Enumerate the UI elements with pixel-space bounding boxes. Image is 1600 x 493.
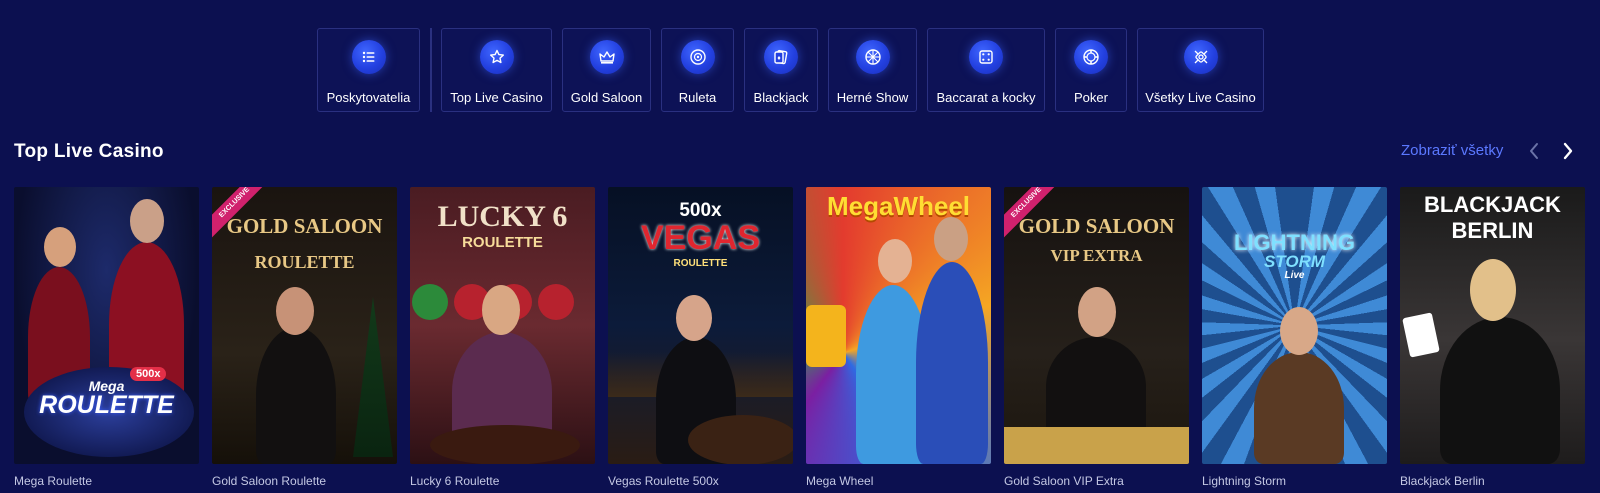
dealer-head bbox=[130, 199, 164, 243]
dealer-figure bbox=[1254, 352, 1344, 464]
playing-card-image bbox=[1402, 312, 1440, 358]
crown-icon bbox=[589, 40, 624, 74]
game-thumbnail[interactable]: EXCLUSIVE GOLD SALOON VIP EXTRA bbox=[1004, 187, 1189, 464]
game-logo-line: 500x bbox=[679, 200, 722, 221]
dealer-head bbox=[482, 285, 520, 335]
game-thumbnail[interactable]: 500x VEGAS ROULETTE bbox=[608, 187, 793, 464]
game-logo-line: ROULETTE bbox=[462, 234, 543, 251]
game-title: Mega Roulette bbox=[14, 474, 93, 488]
games-carousel: 500x Mega ROULETTE Mega Roulette EXCLUSI… bbox=[14, 187, 1598, 488]
category-blackjack[interactable]: Blackjack bbox=[744, 28, 818, 112]
dealer-figure bbox=[916, 262, 988, 464]
dealer-head bbox=[1078, 287, 1116, 337]
game-logo-line: BLACKJACK bbox=[1424, 192, 1561, 217]
dealer-head bbox=[934, 217, 968, 261]
category-providers[interactable]: Poskytovatelia bbox=[317, 28, 420, 112]
game-logo-line: GOLD SALOON bbox=[1018, 214, 1175, 238]
game-logo-line: GOLD SALOON bbox=[226, 214, 383, 238]
chip-icon bbox=[1074, 40, 1108, 74]
game-thumbnail[interactable]: LUCKY 6 ROULETTE bbox=[410, 187, 595, 464]
dealer-figure bbox=[1440, 317, 1560, 464]
category-label: Poskytovatelia bbox=[326, 90, 411, 105]
dealer-head bbox=[44, 227, 76, 267]
dealer-figure bbox=[256, 327, 336, 464]
game-logo-line: LUCKY 6 bbox=[437, 200, 568, 233]
game-card-mega-wheel[interactable]: MegaWheel Mega Wheel bbox=[806, 187, 991, 488]
game-title: Blackjack Berlin bbox=[1400, 474, 1485, 488]
dealer-head bbox=[1470, 259, 1516, 321]
list-icon bbox=[351, 40, 386, 74]
dealer-head bbox=[1280, 307, 1318, 355]
game-title: Mega Wheel bbox=[806, 474, 874, 488]
dealer-head bbox=[878, 239, 912, 283]
roulette-wheel-image bbox=[430, 425, 580, 464]
game-logo-line: Live bbox=[1284, 270, 1305, 281]
game-logo-line: BERLIN bbox=[1451, 218, 1534, 243]
dealer-figure bbox=[1046, 337, 1146, 437]
dealer-head bbox=[276, 287, 314, 335]
view-all-link[interactable]: Zobraziť všetky bbox=[1401, 142, 1503, 159]
cards-icon bbox=[764, 40, 798, 74]
game-logo-line: MegaWheel bbox=[826, 191, 971, 221]
section-title: Top Live Casino bbox=[14, 141, 164, 162]
game-thumbnail[interactable]: MegaWheel bbox=[806, 187, 991, 464]
category-game-show[interactable]: Herné Show bbox=[828, 28, 917, 112]
game-title: Lucky 6 Roulette bbox=[410, 474, 500, 488]
game-card-vegas-roulette-500x[interactable]: 500x VEGAS ROULETTE Vegas Roulette 500x bbox=[608, 187, 793, 488]
category-label: Poker bbox=[1074, 90, 1108, 105]
category-roulette[interactable]: Ruleta bbox=[661, 28, 734, 112]
prev-arrow-button[interactable] bbox=[1523, 139, 1545, 163]
christmas-tree-image bbox=[353, 297, 393, 457]
category-label: Herné Show bbox=[836, 90, 909, 105]
nav-divider bbox=[430, 28, 432, 112]
category-label: Ruleta bbox=[678, 90, 717, 105]
game-thumbnail[interactable]: BLACKJACK BERLIN bbox=[1400, 187, 1585, 464]
game-logo-line: LIGHTNING bbox=[1234, 230, 1355, 255]
game-logo-line: VIP EXTRA bbox=[1050, 246, 1143, 265]
dealer-head bbox=[676, 295, 712, 341]
game-card-lightning-storm[interactable]: LIGHTNING STORM Live Lightning Storm bbox=[1202, 187, 1387, 488]
game-thumbnail[interactable]: 500x Mega ROULETTE bbox=[14, 187, 199, 464]
wheel-icon bbox=[855, 40, 890, 74]
category-all-live-casino[interactable]: Všetky Live Casino bbox=[1137, 28, 1264, 112]
chevron-right-icon bbox=[1563, 142, 1573, 160]
game-logo-line: ROULETTE bbox=[254, 252, 355, 272]
game-title: Gold Saloon VIP Extra bbox=[1004, 474, 1124, 488]
game-title: Lightning Storm bbox=[1202, 474, 1287, 488]
game-title: Gold Saloon Roulette bbox=[212, 474, 327, 488]
game-logo-line: ROULETTE bbox=[673, 258, 728, 269]
game-card-lucky-6-roulette[interactable]: LUCKY 6 ROULETTE Lucky 6 Roulette bbox=[410, 187, 595, 488]
all-games-icon bbox=[1183, 40, 1218, 74]
game-card-blackjack-berlin[interactable]: BLACKJACK BERLIN Blackjack Berlin bbox=[1400, 187, 1585, 488]
next-arrow-button[interactable] bbox=[1557, 139, 1579, 163]
category-baccarat-dice[interactable]: Baccarat a kocky bbox=[927, 28, 1045, 112]
game-card-gold-saloon-vip-extra[interactable]: EXCLUSIVE GOLD SALOON VIP EXTRA Gold Sal… bbox=[1004, 187, 1189, 488]
blackjack-table-image bbox=[1004, 427, 1189, 464]
chevron-left-icon bbox=[1530, 143, 1538, 159]
game-logo-line: VEGAS bbox=[640, 219, 761, 257]
category-gold-saloon[interactable]: Gold Saloon bbox=[562, 28, 651, 112]
category-nav: Poskytovatelia Top Live Casino Gold Salo… bbox=[317, 28, 1264, 113]
category-label: Baccarat a kocky bbox=[936, 90, 1036, 105]
wheel-logo-image bbox=[806, 305, 846, 367]
category-label: Všetky Live Casino bbox=[1145, 90, 1256, 105]
dice-icon bbox=[969, 40, 1003, 74]
category-label: Gold Saloon bbox=[570, 90, 643, 105]
game-card-mega-roulette[interactable]: 500x Mega ROULETTE Mega Roulette bbox=[14, 187, 199, 488]
category-poker[interactable]: Poker bbox=[1055, 28, 1127, 112]
game-logo-line: STORM bbox=[1263, 252, 1326, 271]
game-thumbnail[interactable]: LIGHTNING STORM Live bbox=[1202, 187, 1387, 464]
category-label: Blackjack bbox=[753, 90, 809, 105]
game-card-gold-saloon-roulette[interactable]: EXCLUSIVE GOLD SALOON ROULETTE Gold Salo… bbox=[212, 187, 397, 488]
category-top-live-casino[interactable]: Top Live Casino bbox=[441, 28, 552, 112]
game-title: Vegas Roulette 500x bbox=[608, 474, 719, 488]
game-thumbnail[interactable]: EXCLUSIVE GOLD SALOON ROULETTE bbox=[212, 187, 397, 464]
star-icon bbox=[479, 40, 514, 74]
category-label: Top Live Casino bbox=[450, 90, 543, 105]
game-logo-line: ROULETTE bbox=[39, 391, 174, 419]
roulette-icon bbox=[680, 40, 715, 74]
roulette-wheel-image bbox=[688, 415, 793, 464]
